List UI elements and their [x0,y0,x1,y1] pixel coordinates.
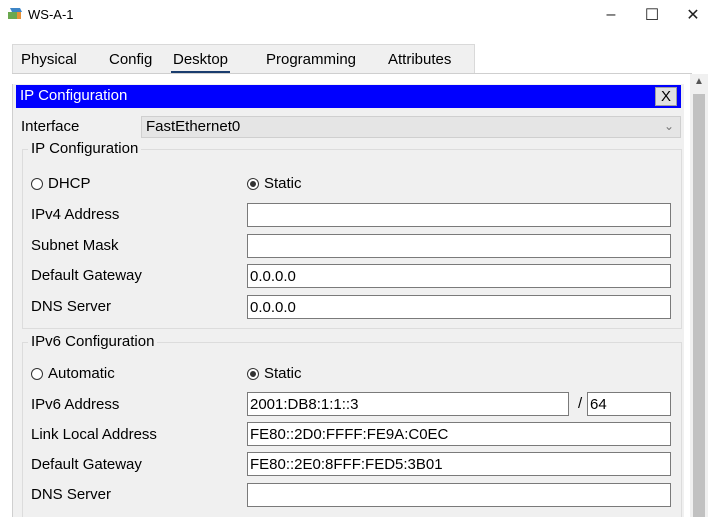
maximize-button[interactable]: ☐ [637,4,667,26]
minimize-button[interactable]: – [596,4,626,26]
automatic-radio[interactable]: Automatic [31,365,115,382]
close-window-button[interactable]: ✕ [678,4,708,26]
maximize-icon: ☐ [644,7,660,24]
static-ipv6-label: Static [264,365,302,382]
ipv6-dns-label: DNS Server [31,486,112,503]
close-panel-button[interactable]: X [655,87,677,106]
ipv6-gateway-label: Default Gateway [31,456,142,473]
window-titlebar: WS-A-1 – ☐ ✕ [0,0,708,34]
prefix-separator: / [578,395,583,412]
tab-divider [12,73,692,74]
ipv4-dns-label: DNS Server [31,298,112,315]
ipv4-address-label: IPv4 Address [31,206,120,223]
ip-config-title: IP Configuration [20,87,128,104]
ipv6-config-legend: IPv6 Configuration [28,333,158,350]
automatic-label: Automatic [48,365,115,382]
tab-desktop[interactable]: Desktop [170,51,231,74]
static-ipv6-radio-dot [247,367,259,380]
subnet-mask-label: Subnet Mask [31,237,119,254]
interface-select[interactable]: FastEthernet0 ⌄ [141,116,681,138]
static-ipv6-radio[interactable]: Static [247,365,302,382]
close-icon: ✕ [686,7,700,24]
static-ipv4-label: Static [264,175,302,192]
minimize-icon: – [606,6,616,23]
tab-attributes[interactable]: Attributes [388,51,451,68]
ipv6-prefix-input[interactable] [587,392,671,416]
static-ipv4-radio[interactable]: Static [247,175,302,192]
app-icon [8,8,22,19]
ipv4-gateway-label: Default Gateway [31,267,142,284]
dhcp-label: DHCP [48,175,91,192]
ipv4-address-input[interactable] [247,203,671,227]
tab-strip: Physical Config Desktop Programming Attr… [12,44,475,74]
interface-label: Interface [21,118,80,135]
link-local-label: Link Local Address [31,426,157,443]
ipv4-config-legend: IP Configuration [28,140,142,157]
ipv6-dns-input[interactable] [247,483,671,507]
tab-config[interactable]: Config [109,51,152,68]
ipv4-dns-input[interactable] [247,295,671,319]
ipv6-gateway-input[interactable] [247,452,671,476]
scroll-up-icon[interactable]: ▲ [694,76,704,87]
scroll-thumb[interactable] [693,94,705,517]
subnet-mask-input[interactable] [247,234,671,258]
link-local-input[interactable] [247,422,671,446]
vertical-scrollbar[interactable]: ▲ [690,74,708,517]
ipv4-gateway-input[interactable] [247,264,671,288]
dhcp-radio-dot [31,177,43,190]
ipv6-address-input[interactable] [247,392,569,416]
static-ipv4-radio-dot [247,177,259,190]
window-title: WS-A-1 [28,7,74,22]
ipv6-address-label: IPv6 Address [31,396,120,413]
tab-physical[interactable]: Physical [21,51,77,68]
interface-value: FastEthernet0 [146,118,241,135]
chevron-down-icon: ⌄ [663,119,674,133]
automatic-radio-dot [31,367,43,380]
tab-programming[interactable]: Programming [266,51,356,68]
ip-config-header: IP Configuration X [16,85,681,108]
dhcp-radio[interactable]: DHCP [31,175,91,192]
